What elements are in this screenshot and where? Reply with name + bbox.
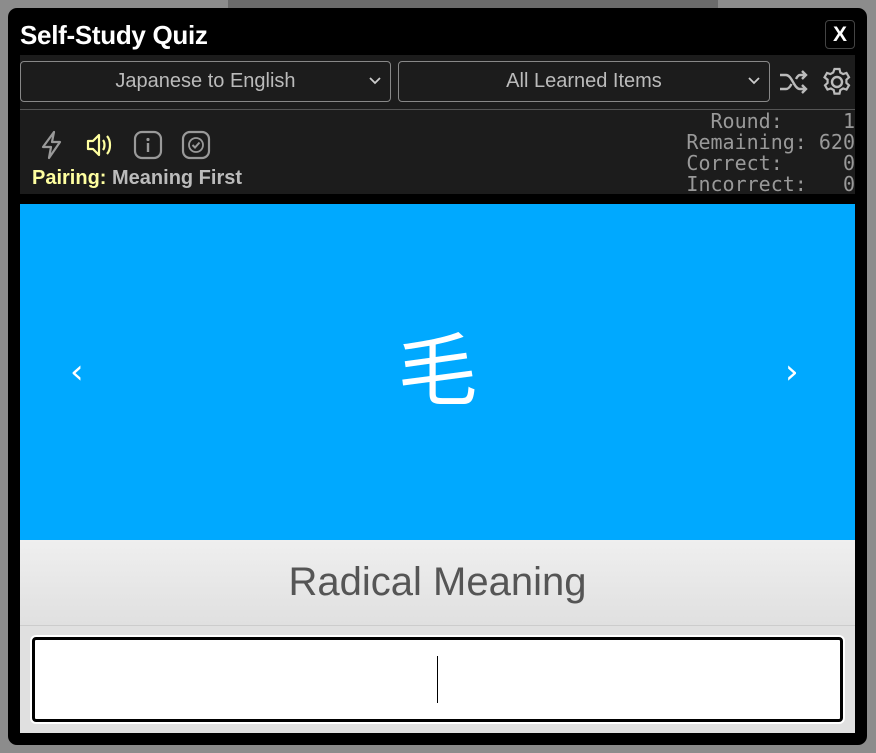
- modal-title: Self-Study Quiz: [20, 20, 208, 50]
- chevron-down-icon: [747, 62, 761, 116]
- shuffle-icon[interactable]: [778, 66, 810, 98]
- stat-remaining: Remaining: 620: [686, 130, 855, 154]
- stat-incorrect: Incorrect: 0: [686, 172, 855, 196]
- info-icon[interactable]: [132, 129, 164, 161]
- question-type-label: Radical Meaning: [20, 540, 855, 626]
- answer-input[interactable]: [32, 637, 843, 722]
- item-set-select[interactable]: All Learned Items: [398, 61, 770, 102]
- pairing-status: Pairing: Meaning First: [32, 167, 242, 190]
- pairing-label: Pairing:: [32, 167, 107, 189]
- speaker-icon[interactable]: [84, 129, 116, 161]
- next-arrow-icon[interactable]: ›: [785, 352, 799, 392]
- check-icon[interactable]: [180, 129, 212, 161]
- pairing-value: Meaning First: [112, 167, 243, 189]
- lightning-icon[interactable]: [36, 129, 68, 161]
- item-set-value: All Learned Items: [506, 70, 662, 92]
- stat-round: Round: 1: [710, 109, 856, 133]
- gear-icon[interactable]: [821, 66, 853, 98]
- direction-value: Japanese to English: [115, 70, 296, 92]
- text-caret: [437, 656, 438, 703]
- close-button[interactable]: X: [825, 20, 855, 49]
- answer-area: [20, 626, 855, 733]
- quiz-toolbar: Japanese to English All Learned Items Pa…: [20, 55, 855, 195]
- quiz-stats: Round: 1 Remaining: 620 Correct: 0 Incorrec…: [686, 111, 855, 195]
- direction-select[interactable]: Japanese to English: [20, 61, 391, 102]
- chevron-down-icon: [368, 62, 382, 116]
- flashcard: ‹ 毛 ›: [20, 204, 855, 540]
- stat-correct: Correct: 0: [686, 151, 855, 175]
- quiz-modal: Self-Study Quiz X Japanese to English Al…: [8, 8, 867, 745]
- flashcard-character: 毛: [397, 327, 478, 416]
